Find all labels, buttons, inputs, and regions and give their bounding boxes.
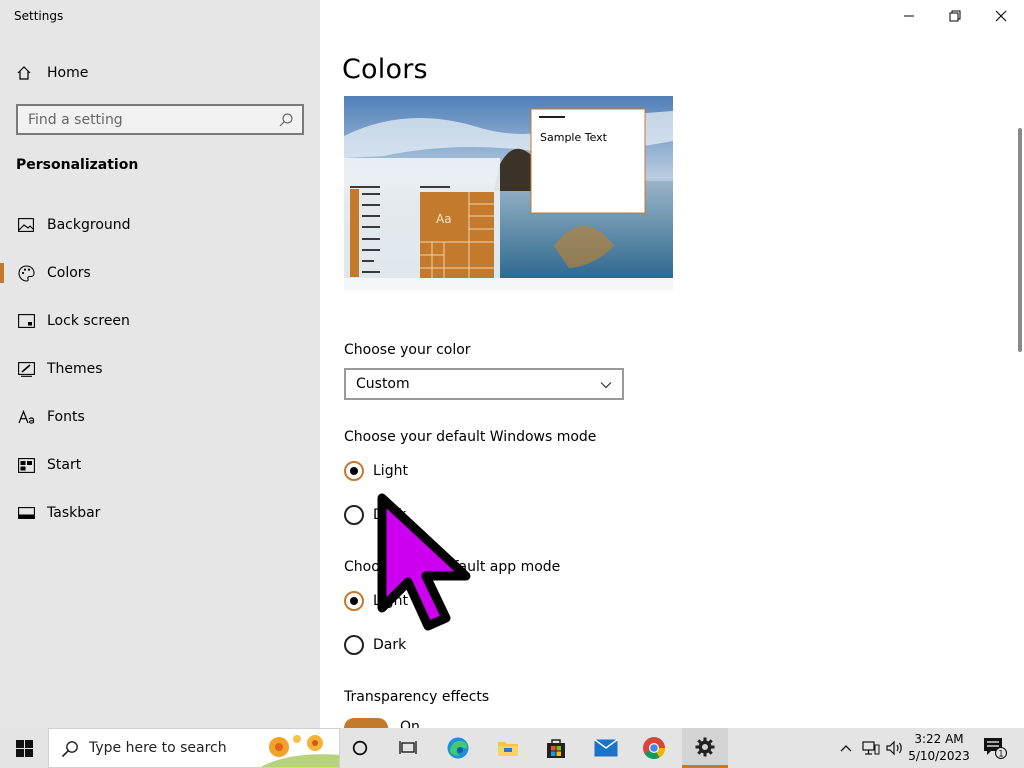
radio-label: Light <box>373 463 408 479</box>
windows-mode-light-radio[interactable]: Light <box>344 460 408 482</box>
section-title: Personalization <box>16 157 139 173</box>
store-button[interactable] <box>536 728 576 768</box>
edge-taskbar-button[interactable] <box>438 728 478 768</box>
minimize-button[interactable] <box>886 0 932 32</box>
sidebar-item-themes[interactable]: Themes <box>0 349 320 389</box>
sidebar-item-label: Start <box>47 457 82 473</box>
sidebar-item-label: Themes <box>47 361 103 377</box>
vertical-scrollbar[interactable] <box>1018 128 1022 352</box>
sidebar-item-label: Colors <box>47 265 91 281</box>
chrome-icon <box>643 737 665 759</box>
action-center-button[interactable]: 1 <box>978 728 1012 768</box>
tray-overflow-button[interactable] <box>836 728 856 768</box>
cortana-circle-icon <box>352 740 368 756</box>
choose-color-dropdown[interactable]: Custom <box>344 368 624 400</box>
restore-button[interactable] <box>932 0 978 32</box>
picture-icon <box>17 216 35 234</box>
task-view-icon <box>399 741 417 754</box>
start-icon <box>17 456 35 474</box>
minimize-icon <box>904 15 914 17</box>
sidebar-item-lock-screen[interactable]: Lock screen <box>0 301 320 341</box>
taskbar-icon <box>17 504 35 522</box>
volume-button[interactable] <box>884 728 906 768</box>
radio-indicator <box>344 591 364 611</box>
windows-logo-icon <box>15 739 33 757</box>
speaker-icon <box>886 740 902 756</box>
clock-date: 5/10/2023 <box>908 749 970 763</box>
taskbar: Type here to search 3:22 AM 5/10/2023 1 <box>0 728 1024 768</box>
gear-icon <box>695 737 715 756</box>
settings-taskbar-button[interactable] <box>682 728 728 768</box>
notification-count: 1 <box>998 749 1003 759</box>
fonts-icon <box>17 408 35 426</box>
mouse-cursor-icon <box>377 493 471 631</box>
search-highlight-flowers-icon <box>260 735 339 767</box>
tile-text: Aa <box>436 212 452 226</box>
search-icon <box>279 113 293 127</box>
sidebar-item-fonts[interactable]: Fonts <box>0 397 320 437</box>
home-nav-item[interactable]: Home <box>16 62 88 84</box>
chrome-button[interactable] <box>634 728 674 768</box>
choose-color-label: Choose your color <box>344 342 471 358</box>
sidebar-item-background[interactable]: Background <box>0 205 320 245</box>
find-setting-input[interactable] <box>18 106 302 133</box>
sample-text: Sample Text <box>540 131 608 144</box>
clock-time: 3:22 AM <box>914 732 964 746</box>
window-title: Settings <box>14 9 64 23</box>
sidebar-item-label: Lock screen <box>47 313 130 329</box>
close-icon <box>995 10 1007 22</box>
notification-icon: 1 <box>984 738 1007 759</box>
radio-indicator <box>344 505 364 525</box>
task-view-button[interactable] <box>388 728 428 768</box>
themes-icon <box>17 360 35 378</box>
radio-indicator <box>344 635 364 655</box>
find-setting-box[interactable] <box>16 104 304 135</box>
close-button[interactable] <box>978 0 1024 32</box>
store-bag-icon <box>547 739 565 758</box>
cortana-button[interactable] <box>340 728 380 768</box>
color-preview: Aa Sample Text <box>344 96 673 290</box>
transparency-label: Transparency effects <box>344 689 490 705</box>
taskbar-search-box[interactable]: Type here to search <box>48 728 340 768</box>
sidebar-item-label: Taskbar <box>47 505 101 521</box>
preview-image: Aa Sample Text <box>344 96 673 290</box>
sidebar-item-label: Background <box>47 217 131 233</box>
folder-icon <box>498 742 518 756</box>
lock-screen-icon <box>17 312 35 330</box>
restore-icon <box>949 10 961 22</box>
network-icon <box>862 741 880 755</box>
chevron-up-icon <box>840 745 852 752</box>
network-button[interactable] <box>860 728 882 768</box>
mail-icon <box>594 739 618 757</box>
start-button[interactable] <box>0 728 48 768</box>
search-icon <box>61 741 78 758</box>
sidebar-item-taskbar[interactable]: Taskbar <box>0 493 320 533</box>
sidebar-item-colors[interactable]: Colors <box>0 253 320 293</box>
sidebar-item-label: Fonts <box>47 409 85 425</box>
clock[interactable]: 3:22 AM 5/10/2023 <box>908 731 970 765</box>
edge-icon <box>447 737 469 759</box>
mail-button[interactable] <box>586 728 626 768</box>
sidebar-item-start[interactable]: Start <box>0 445 320 485</box>
home-label: Home <box>47 65 89 81</box>
windows-mode-label: Choose your default Windows mode <box>344 429 597 445</box>
home-icon <box>17 66 31 80</box>
palette-icon <box>17 264 35 282</box>
settings-nav-pane: Settings Home Personalization Background… <box>0 0 320 728</box>
page-title: Colors <box>342 54 428 85</box>
radio-indicator <box>344 461 364 481</box>
choose-color-value: Custom <box>356 376 410 392</box>
chevron-down-icon <box>600 382 612 389</box>
file-explorer-button[interactable] <box>488 728 528 768</box>
taskbar-search-placeholder: Type here to search <box>89 740 227 756</box>
